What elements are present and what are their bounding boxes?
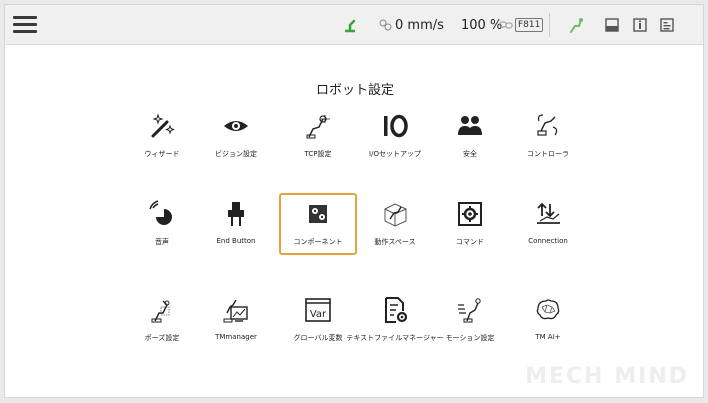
tile-pose[interactable]: ポーズ設定: [123, 289, 201, 351]
workspace-icon: [384, 203, 407, 227]
connection-icon: [537, 202, 560, 224]
tile-controller[interactable]: コントローラ: [509, 105, 587, 167]
tile-label: コントローラ: [527, 150, 569, 158]
info-icon[interactable]: [633, 18, 647, 32]
io-icon: [384, 114, 408, 138]
text-file-icon: [385, 297, 408, 323]
tile-tm-ai[interactable]: TM AI+: [509, 289, 587, 351]
speed-gear-icon: [379, 19, 392, 31]
tile-label: TM AI+: [535, 333, 561, 341]
window-icon[interactable]: [605, 18, 619, 32]
page-title: ロボット設定: [315, 83, 394, 98]
speaker-icon: [149, 200, 172, 225]
speed-readout: 0 mm/s: [395, 17, 444, 33]
top-bar: 0 mm/s 100 % F811: [5, 5, 703, 45]
tile-connection[interactable]: Connection: [509, 193, 587, 255]
tile-label: Connection: [528, 237, 568, 245]
watermark: MECH MIND: [525, 364, 689, 389]
svg-text:Var: Var: [310, 309, 327, 320]
app-window: 0 mm/s 100 % F811 ロボット設定 ウィザード ビジョン設定 TC…: [4, 4, 704, 398]
tcp-icon: [306, 115, 330, 139]
arm-mode-icon[interactable]: [568, 16, 584, 34]
safety-people-icon: [458, 116, 482, 135]
tile-sound[interactable]: 音声: [123, 193, 201, 255]
eye-icon: [224, 121, 248, 131]
command-icon: [458, 202, 482, 226]
controller-icon: [537, 114, 558, 136]
gripper-icon: [228, 202, 244, 226]
f-status-badge: F811: [515, 18, 544, 32]
pose-icon: [151, 300, 170, 323]
tmmanager-icon: [223, 299, 248, 323]
motion-icon: [458, 298, 481, 323]
speed-percent: 100 %: [461, 17, 503, 33]
log-icon[interactable]: [660, 18, 674, 32]
var-icon: Var: [305, 298, 331, 322]
tile-command[interactable]: コマンド: [431, 193, 509, 255]
ai-brain-icon: [536, 299, 560, 320]
robot-arm-status-icon: [345, 19, 356, 33]
menu-icon[interactable]: [13, 15, 37, 35]
component-icon: [309, 205, 327, 223]
tile-motion[interactable]: モーション設定: [431, 289, 509, 351]
divider: [549, 13, 550, 37]
wand-icon: [151, 113, 175, 138]
link-icon: [499, 21, 513, 29]
